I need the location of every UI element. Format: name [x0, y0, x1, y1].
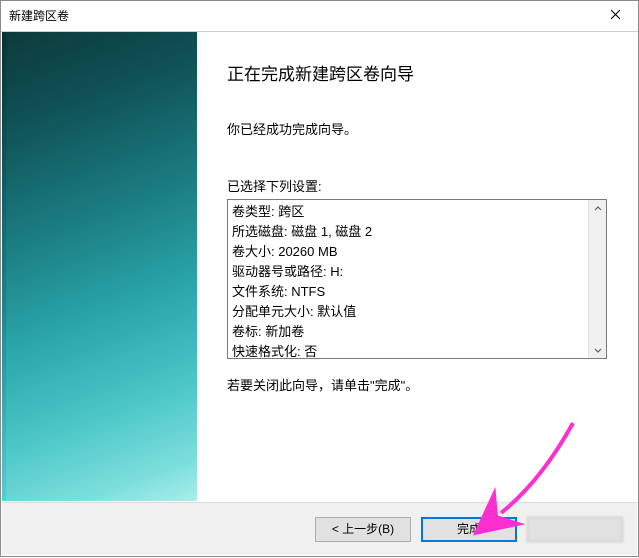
scroll-up-button[interactable] — [589, 200, 606, 217]
wizard-body: 正在完成新建跨区卷向导 你已经成功完成向导。 已选择下列设置: 卷类型: 跨区 … — [2, 32, 637, 501]
list-item: 卷标: 新加卷 — [232, 322, 584, 342]
list-item: 分配单元大小: 默认值 — [232, 302, 584, 322]
close-button[interactable] — [593, 1, 638, 31]
settings-scrollbar[interactable] — [588, 200, 606, 358]
cancel-button[interactable]: 取消 — [527, 517, 623, 542]
scroll-down-button[interactable] — [589, 341, 606, 358]
window-title: 新建跨区卷 — [1, 1, 69, 31]
list-item: 卷类型: 跨区 — [232, 202, 584, 222]
list-item: 所选磁盘: 磁盘 1, 磁盘 2 — [232, 222, 584, 242]
closing-text: 若要关闭此向导，请单击"完成"。 — [227, 375, 607, 394]
list-item: 快速格式化: 否 — [232, 342, 584, 358]
settings-list: 卷类型: 跨区 所选磁盘: 磁盘 1, 磁盘 2 卷大小: 20260 MB 驱… — [228, 200, 588, 358]
list-item: 卷大小: 20260 MB — [232, 242, 584, 262]
wizard-side-graphic — [2, 32, 197, 501]
settings-label: 已选择下列设置: — [227, 176, 607, 195]
list-item: 驱动器号或路径: H: — [232, 262, 584, 282]
wizard-content: 正在完成新建跨区卷向导 你已经成功完成向导。 已选择下列设置: 卷类型: 跨区 … — [197, 32, 637, 501]
close-icon — [610, 7, 621, 25]
chevron-up-icon — [594, 201, 602, 216]
list-item: 文件系统: NTFS — [232, 282, 584, 302]
chevron-down-icon — [594, 342, 602, 357]
wizard-window: 新建跨区卷 正在完成新建跨区卷向导 你已经成功完成向导。 已选择下列设置: 卷类… — [0, 0, 639, 557]
settings-summary-box: 卷类型: 跨区 所选磁盘: 磁盘 1, 磁盘 2 卷大小: 20260 MB 驱… — [227, 199, 607, 359]
back-button[interactable]: < 上一步(B) — [315, 517, 411, 542]
intro-text: 你已经成功完成向导。 — [227, 119, 607, 138]
title-bar: 新建跨区卷 — [1, 1, 638, 32]
page-title: 正在完成新建跨区卷向导 — [227, 60, 607, 85]
finish-button[interactable]: 完成 — [421, 517, 517, 542]
wizard-footer: < 上一步(B) 完成 取消 — [2, 502, 637, 555]
